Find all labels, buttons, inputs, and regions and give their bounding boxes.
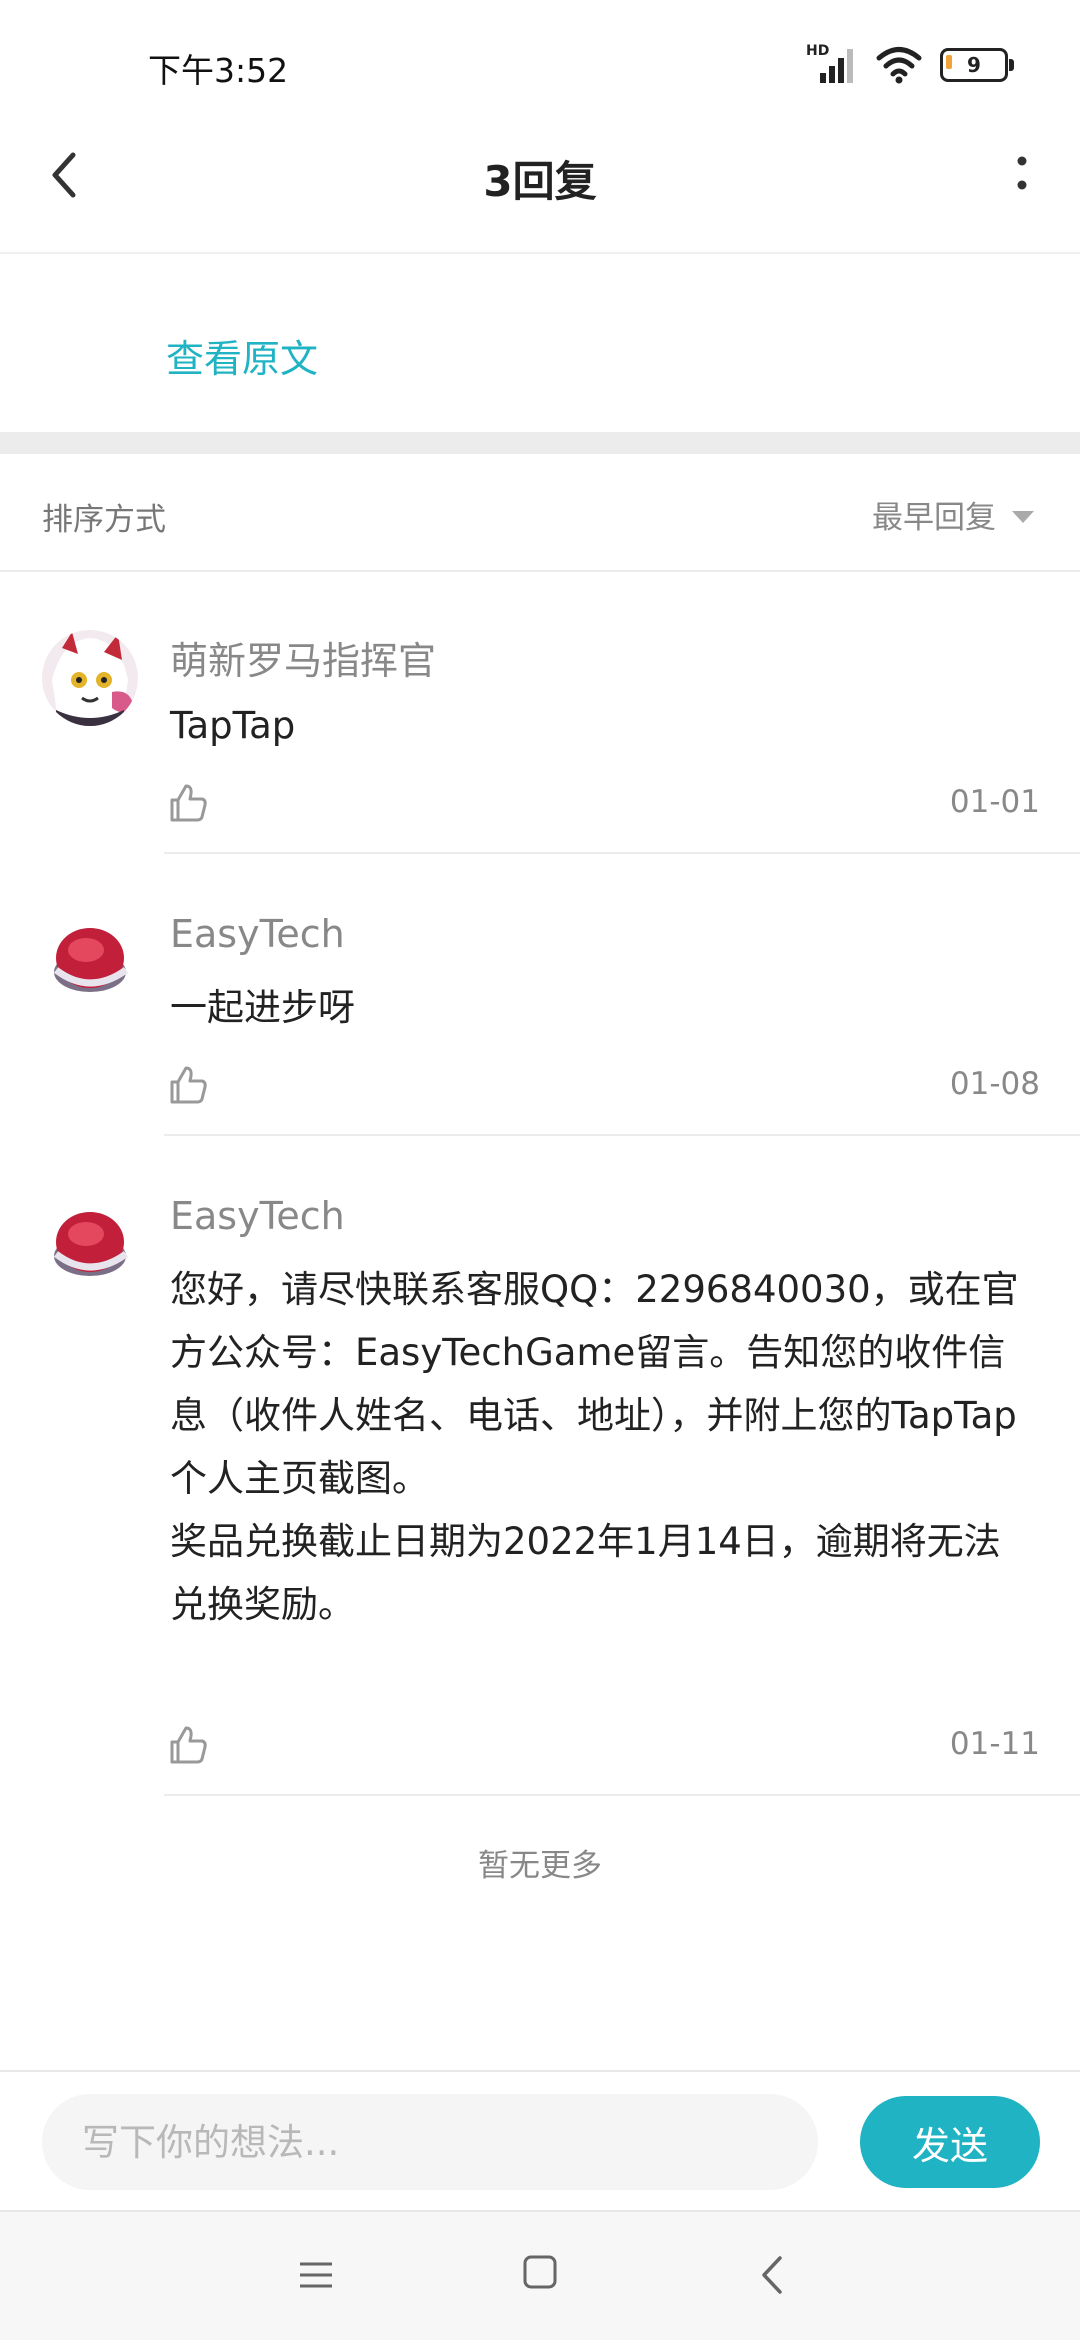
- sort-selected-value: 最早回复: [872, 500, 996, 536]
- thumbs-up-icon[interactable]: [166, 1722, 210, 1766]
- battery-level: 9: [967, 53, 981, 77]
- battery-icon: 9: [940, 48, 1014, 82]
- menu-icon[interactable]: [296, 2250, 336, 2300]
- reply-divider: [164, 852, 1080, 854]
- avatar[interactable]: [42, 912, 138, 1008]
- sort-divider: [0, 570, 1080, 572]
- reply-author[interactable]: EasyTech: [170, 912, 345, 956]
- no-more-text: 暂无更多: [478, 1848, 602, 1884]
- signal-hd-label: HD: [806, 43, 830, 59]
- sort-dropdown[interactable]: 最早回复: [872, 492, 1034, 537]
- section-separator: [0, 432, 1080, 454]
- sort-label: 排序方式: [42, 502, 166, 538]
- wifi-icon: [876, 47, 922, 84]
- reply-content: 您好，请尽快联系客服QQ：2296840030，或在官方公众号：EasyTech…: [170, 1268, 1019, 1626]
- reply-date: 01-11: [949, 1726, 1040, 1762]
- more-vertical-icon: [1017, 156, 1027, 190]
- caret-down-icon: [1012, 510, 1034, 523]
- status-time: 下午3:52: [148, 51, 289, 90]
- header-divider: [0, 252, 1080, 254]
- reply-date: 01-08: [949, 1066, 1040, 1102]
- status-icons: HD 9: [806, 40, 1014, 90]
- reply-divider: [164, 1134, 1080, 1136]
- more-button[interactable]: [992, 145, 1052, 205]
- reply-author[interactable]: 萌新罗马指挥官: [170, 630, 436, 685]
- comment-input[interactable]: [42, 2094, 818, 2190]
- send-button[interactable]: 发送: [860, 2096, 1040, 2188]
- reply-content: TapTap: [170, 704, 296, 747]
- back-nav-icon[interactable]: [752, 2250, 792, 2300]
- signal-icon: HD: [806, 43, 858, 87]
- avatar[interactable]: [42, 630, 138, 726]
- view-original-link[interactable]: 查看原文: [166, 328, 318, 383]
- composer-divider: [0, 2070, 1080, 2072]
- reply-author[interactable]: EasyTech: [170, 1194, 345, 1238]
- thumbs-up-icon[interactable]: [166, 1062, 210, 1106]
- reply-content: 一起进步呀: [170, 986, 355, 1029]
- home-icon[interactable]: [522, 2254, 558, 2290]
- thumbs-up-icon[interactable]: [166, 780, 210, 824]
- avatar[interactable]: [42, 1196, 138, 1292]
- reply-date: 01-01: [949, 784, 1040, 820]
- reply-divider: [164, 1794, 1080, 1796]
- page-title: 3回复: [483, 157, 597, 206]
